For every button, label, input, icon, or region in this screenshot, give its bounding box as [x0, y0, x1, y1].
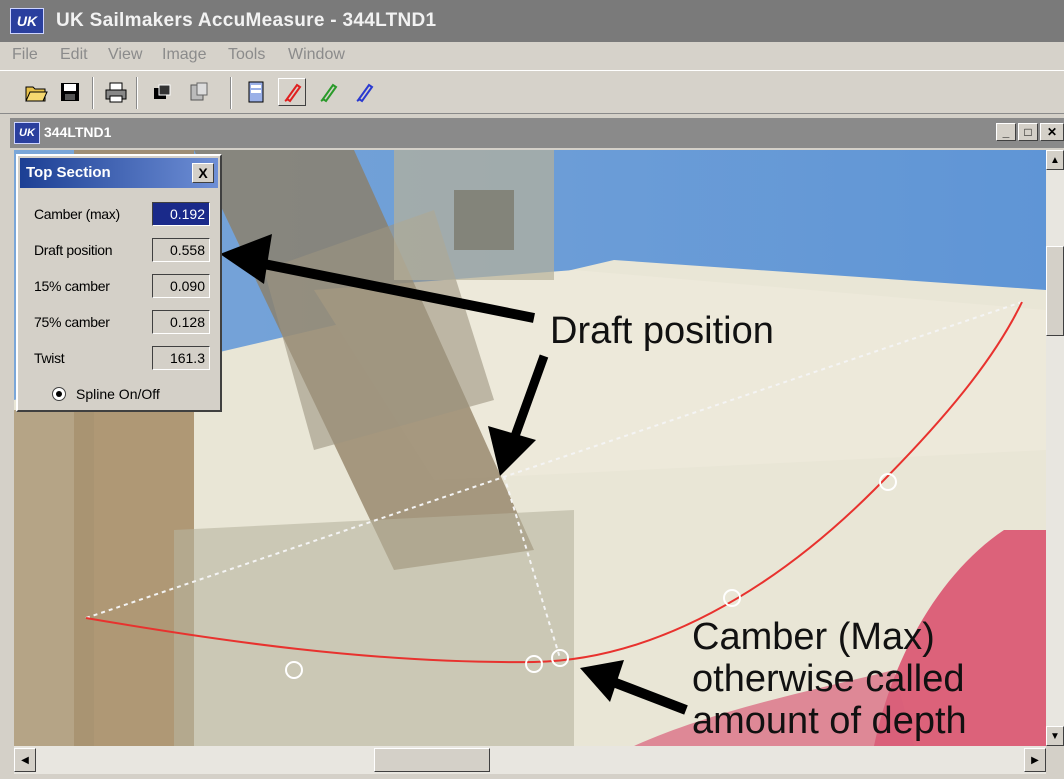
- scroll-right-button[interactable]: ▶: [1024, 748, 1046, 772]
- twist-label: Twist: [34, 350, 65, 366]
- top-section-panel: Top Section X Camber (max) 0.192 Draft p…: [16, 154, 222, 412]
- toolbar-separator: [92, 77, 94, 109]
- spline-radio-icon[interactable]: [52, 387, 66, 401]
- scroll-up-button[interactable]: ▲: [1046, 150, 1064, 170]
- horizontal-scrollbar[interactable]: ◀ ▶: [14, 746, 1046, 774]
- toolbar: [0, 70, 1064, 114]
- panel-title: Top Section: [26, 164, 111, 181]
- panel-close-button[interactable]: X: [192, 163, 214, 183]
- pen-blue-icon[interactable]: [350, 78, 378, 106]
- menu-edit[interactable]: Edit: [60, 46, 88, 64]
- document-logo: UK: [14, 122, 40, 144]
- menu-file[interactable]: File: [12, 46, 38, 64]
- menu-window[interactable]: Window: [288, 46, 345, 64]
- save-icon[interactable]: [56, 78, 84, 106]
- menu-bar: File Edit View Image Tools Window: [0, 42, 1064, 70]
- camber-max-field[interactable]: 0.192: [152, 202, 210, 226]
- pen-green-icon[interactable]: [314, 78, 342, 106]
- horizontal-scroll-thumb[interactable]: [374, 748, 490, 772]
- open-folder-icon[interactable]: [22, 78, 50, 106]
- close-window-button[interactable]: ✕: [1040, 123, 1064, 141]
- toolbar-separator: [230, 77, 232, 109]
- scroll-down-button[interactable]: ▼: [1046, 726, 1064, 746]
- camber-annotation-line-3: amount of depth: [692, 700, 967, 742]
- camber-annotation-line-1: Camber (Max): [692, 616, 935, 658]
- paste-icon[interactable]: [184, 78, 212, 106]
- document-title: 344LTND1: [44, 124, 112, 140]
- menu-view[interactable]: View: [108, 46, 142, 64]
- pen-red-icon[interactable]: [278, 78, 306, 106]
- app-title-bar: UK UK Sailmakers AccuMeasure - 344LTND1: [0, 0, 1064, 42]
- vertical-scroll-thumb[interactable]: [1046, 246, 1064, 336]
- camber-annotation-line-2: otherwise called: [692, 658, 965, 700]
- toolbar-separator: [136, 77, 138, 109]
- menu-image[interactable]: Image: [162, 46, 206, 64]
- document-icon[interactable]: [242, 78, 270, 106]
- camber-15-label: 15% camber: [34, 278, 110, 294]
- camber-75-field[interactable]: 0.128: [152, 310, 210, 334]
- camber-max-label: Camber (max): [34, 206, 120, 222]
- panel-title-bar: Top Section X: [20, 158, 218, 188]
- maximize-button[interactable]: □: [1018, 123, 1038, 141]
- minimize-button[interactable]: _: [996, 123, 1016, 141]
- twist-field[interactable]: 161.3: [152, 346, 210, 370]
- draft-position-annotation: Draft position: [550, 310, 774, 352]
- app-title: UK Sailmakers AccuMeasure - 344LTND1: [56, 10, 437, 31]
- app-logo: UK: [10, 8, 44, 34]
- vertical-scrollbar[interactable]: ▲ ▼: [1046, 150, 1064, 746]
- draft-position-label: Draft position: [34, 242, 113, 258]
- copy-icon[interactable]: [148, 78, 176, 106]
- print-icon[interactable]: [102, 78, 130, 106]
- camber-15-field[interactable]: 0.090: [152, 274, 210, 298]
- document-title-bar: UK 344LTND1 _ □ ✕: [10, 118, 1064, 148]
- spline-label: Spline On/Off: [76, 386, 160, 402]
- camber-75-label: 75% camber: [34, 314, 110, 330]
- draft-position-field[interactable]: 0.558: [152, 238, 210, 262]
- scroll-left-button[interactable]: ◀: [14, 748, 36, 772]
- menu-tools[interactable]: Tools: [228, 46, 265, 64]
- spline-toggle[interactable]: Spline On/Off: [52, 386, 160, 402]
